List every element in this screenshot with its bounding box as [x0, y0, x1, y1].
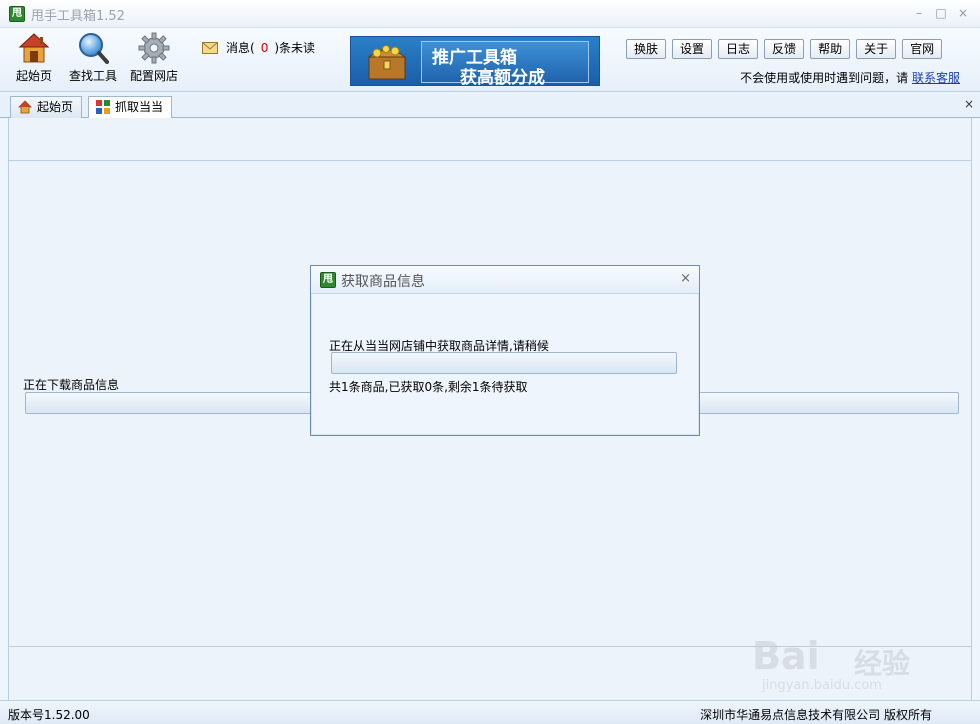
close-window-button[interactable]: × [954, 4, 972, 22]
help-button[interactable]: 帮助 [810, 39, 851, 59]
title-bar: 甩 甩手工具箱1.52 – □ × [0, 0, 980, 28]
config-shop-button[interactable]: 配置网店 [124, 32, 184, 84]
dialog-logo-icon: 甩 [320, 272, 336, 288]
help-text: 不会使用或使用时遇到问题，请 [740, 71, 909, 85]
feedback-button[interactable]: 反馈 [764, 39, 805, 59]
tab-home-label: 起始页 [37, 100, 74, 114]
dialog-count-text: 共1条商品,已获取0条,剩余1条待获取 [329, 380, 528, 394]
home-button[interactable]: 起始页 [4, 32, 64, 84]
skin-button[interactable]: 换肤 [626, 39, 667, 59]
message-count: 0 [260, 40, 269, 55]
message-prefix: 消息( [226, 41, 255, 55]
tab-strip: 起始页 抓取当当 × [0, 93, 980, 119]
baidu-watermark: Bai 经验 jingyan.baidu.com [752, 618, 952, 698]
find-tool-button[interactable]: 查找工具 [63, 32, 123, 84]
watermark-brand-cn: 经验 [854, 647, 911, 680]
status-bar: 版本号1.52.00 深圳市华通易点信息技术有限公司 版权所有 [0, 700, 980, 724]
maximize-button[interactable]: □ [932, 4, 950, 22]
website-button[interactable]: 官网 [902, 39, 943, 59]
watermark-brand: Bai [752, 634, 820, 678]
app-logo-icon: 甩 [9, 6, 25, 22]
log-button[interactable]: 日志 [718, 39, 759, 59]
minimize-button[interactable]: – [910, 4, 928, 22]
envelope-icon [202, 41, 218, 54]
dialog-title-bar: 甩 获取商品信息 × [311, 266, 699, 294]
window-controls: – □ × [910, 4, 972, 22]
contact-support-link[interactable]: 联系客服 [912, 71, 960, 85]
window-title: 甩手工具箱1.52 [31, 9, 125, 24]
promo-line2: 获高额分成 [460, 68, 545, 88]
tab-home[interactable]: 起始页 [10, 96, 83, 118]
fetch-product-dialog: 甩 获取商品信息 × 正在从当当网店铺中获取商品详情,请稍候 共1条商品,已获取… [310, 265, 700, 436]
house-icon [18, 100, 32, 114]
grid-icon [96, 100, 110, 114]
promo-banner[interactable]: 推广工具箱 获高额分成 [350, 36, 600, 88]
find-tool-label: 查找工具 [68, 69, 117, 83]
help-line: 不会使用或使用时遇到问题，请 联系客服 [740, 69, 960, 86]
dialog-progress-bar [331, 352, 677, 374]
top-button-group: 换肤 设置 日志 反馈 帮助 关于 官网 [626, 39, 948, 59]
download-status-label: 正在下载商品信息 [23, 378, 120, 392]
house-icon [18, 32, 50, 64]
copyright-text: 深圳市华通易点信息技术有限公司 版权所有 [700, 708, 932, 722]
settings-button[interactable]: 设置 [672, 39, 713, 59]
tab-dangdang[interactable]: 抓取当当 [88, 96, 173, 119]
close-tab-button[interactable]: × [964, 97, 974, 111]
version-text: 版本号1.52.00 [8, 708, 90, 722]
divider-top [9, 160, 971, 161]
message-suffix: )条未读 [274, 41, 316, 55]
tab-dangdang-label: 抓取当当 [115, 100, 164, 114]
about-button[interactable]: 关于 [856, 39, 897, 59]
message-indicator[interactable]: 消息( 0 )条未读 [202, 39, 315, 56]
treasure-chest-icon [365, 43, 409, 81]
config-shop-label: 配置网店 [129, 69, 178, 83]
watermark-url: jingyan.baidu.com [762, 678, 882, 693]
dialog-title: 获取商品信息 [341, 274, 425, 290]
magnifier-icon [77, 32, 109, 64]
home-label: 起始页 [15, 69, 52, 83]
gear-icon [138, 32, 170, 64]
dialog-close-button[interactable]: × [680, 271, 691, 286]
promo-text-box: 推广工具箱 获高额分成 [421, 41, 589, 88]
toolbar: 起始页 查找工具 配置网店 消息(0)条未读 推广工具箱 获高额分成 换肤 … [0, 28, 980, 92]
